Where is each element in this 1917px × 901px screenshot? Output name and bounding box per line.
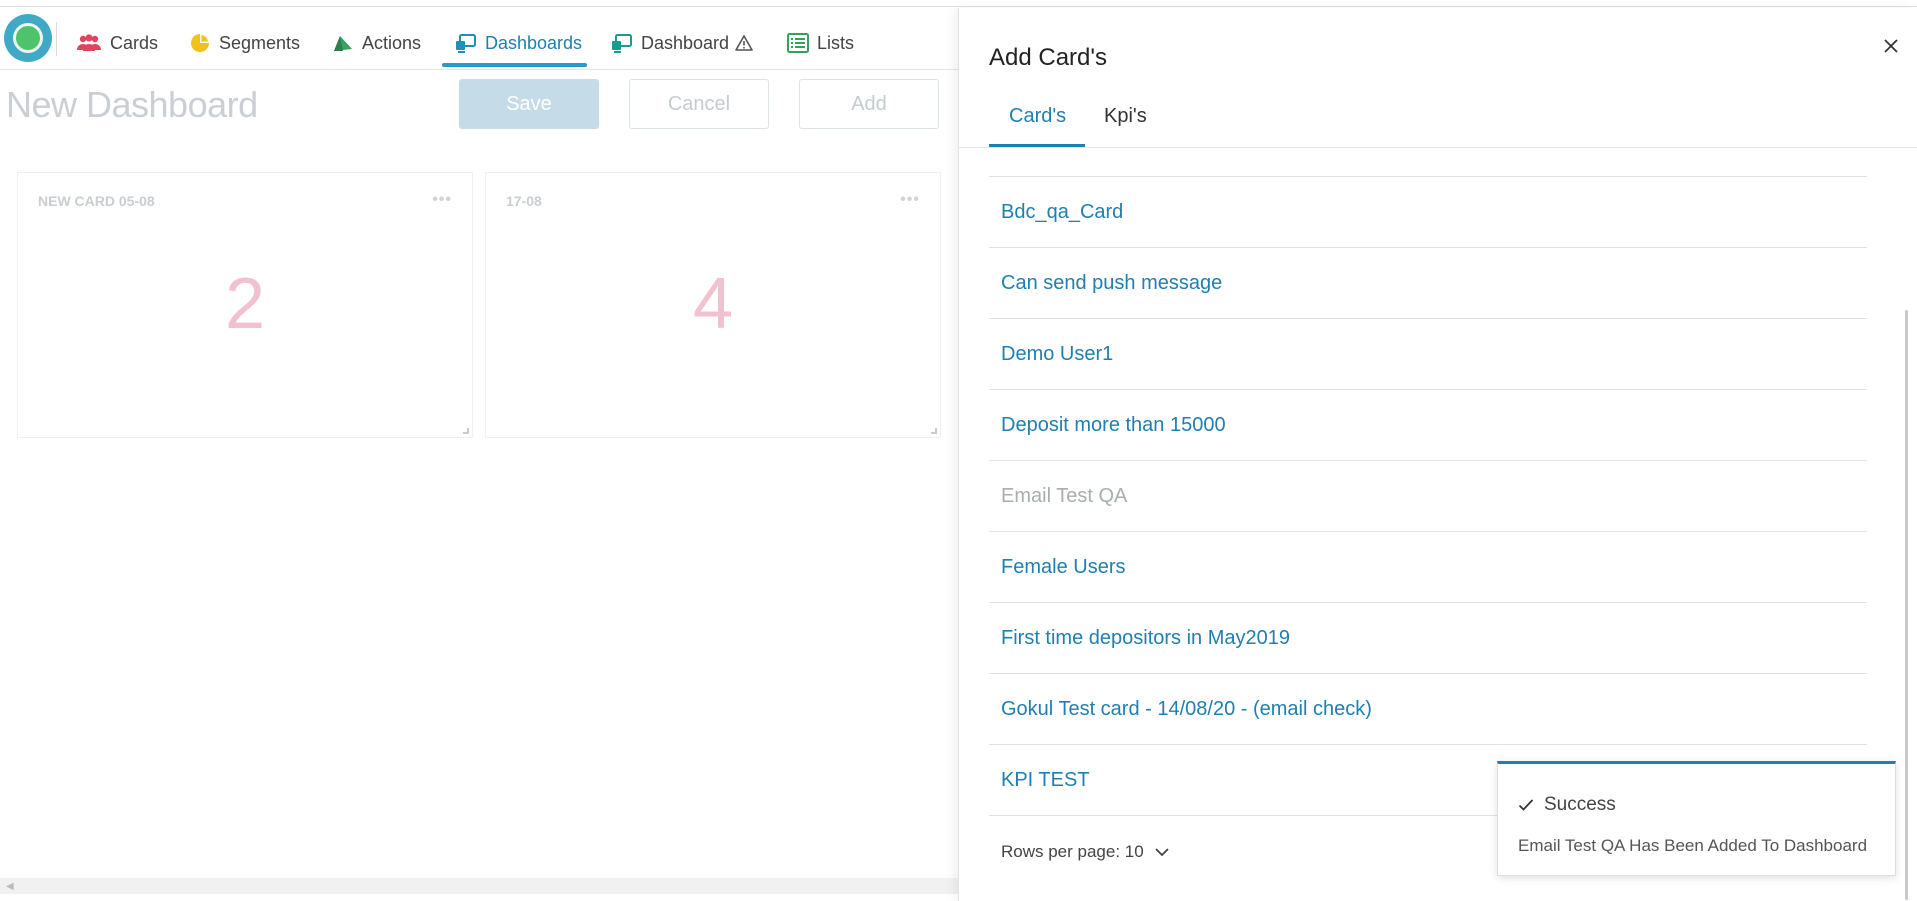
horizontal-scrollbar[interactable]: ◀ (0, 878, 958, 894)
add-button[interactable]: Add (799, 79, 939, 129)
card-value: 4 (692, 264, 734, 344)
nav-item-cards[interactable]: Cards (76, 28, 158, 58)
list-item[interactable]: Demo User1 (989, 319, 1867, 390)
dashboard-card[interactable]: 17-08 ••• 4 (485, 172, 941, 438)
nav-item-dashboard-warning[interactable]: Dashboard (611, 28, 753, 58)
rows-per-page-select[interactable]: Rows per page: 10 (1001, 842, 1170, 862)
list-item: Email Test QA (989, 461, 1867, 532)
scroll-left-icon[interactable]: ◀ (6, 881, 14, 892)
tab-cards[interactable]: Card's (1009, 105, 1066, 128)
resize-handle-icon[interactable] (931, 428, 937, 434)
toast-title: Success (1544, 794, 1616, 815)
dashboard-icon (611, 33, 633, 53)
toast-message: Email Test QA Has Been Added To Dashboar… (1518, 836, 1868, 855)
more-options-icon[interactable]: ••• (432, 191, 452, 209)
dashboard-icon (455, 33, 477, 53)
list-item[interactable]: Gokul Test card - 14/08/20 - (email chec… (989, 674, 1867, 745)
close-icon[interactable] (1879, 34, 1903, 58)
list-item[interactable]: Can send push message (989, 248, 1867, 319)
list-item[interactable]: Deposit more than 15000 (989, 390, 1867, 461)
active-tab-indicator (442, 63, 587, 67)
nav-item-label: Segments (219, 32, 301, 53)
more-options-icon[interactable]: ••• (900, 191, 920, 209)
vertical-scrollbar[interactable] (1905, 310, 1908, 900)
tab-kpis[interactable]: Kpi's (1104, 105, 1147, 128)
nav-item-label: Dashboard (641, 32, 730, 53)
list-icon (787, 33, 809, 53)
check-icon (1518, 798, 1534, 812)
toast-header: Success (1518, 794, 1616, 816)
users-icon (76, 34, 102, 52)
pie-chart-icon (189, 32, 211, 54)
resize-handle-icon[interactable] (463, 428, 469, 434)
card-title: NEW CARD 05-08 (38, 193, 155, 209)
top-border (0, 6, 1917, 7)
top-navbar: Cards Segments Actions Dashboards Dashbo… (0, 8, 958, 70)
card-title: 17-08 (506, 193, 542, 209)
cards-list: Bdc_qa_Card Can send push message Demo U… (989, 176, 1867, 816)
app-logo[interactable] (4, 14, 52, 62)
nav-item-label: Actions (362, 32, 422, 53)
list-item[interactable]: First time depositors in May2019 (989, 603, 1867, 674)
nav-item-label: Lists (817, 32, 855, 53)
nav-item-label: Cards (110, 32, 159, 53)
card-value: 2 (224, 264, 266, 344)
list-item[interactable]: Female Users (989, 532, 1867, 603)
nav-item-actions[interactable]: Actions (332, 28, 421, 58)
nav-item-lists[interactable]: Lists (787, 28, 854, 58)
nav-divider (56, 22, 57, 56)
rows-per-page-label: Rows per page: 10 (1001, 842, 1144, 861)
megaphone-icon (332, 33, 354, 53)
nav-item-dashboards[interactable]: Dashboards (455, 28, 582, 58)
tabs-divider (959, 147, 1917, 148)
cancel-button[interactable]: Cancel (629, 79, 769, 129)
warning-icon (735, 35, 753, 51)
success-toast: Success Email Test QA Has Been Added To … (1497, 761, 1896, 876)
dashboard-card[interactable]: NEW CARD 05-08 ••• 2 (17, 172, 473, 438)
nav-item-label: Dashboards (485, 32, 583, 53)
page-title: New Dashboard (6, 84, 258, 125)
chevron-down-icon (1154, 847, 1170, 857)
list-item[interactable]: Bdc_qa_Card (989, 177, 1867, 248)
save-button[interactable]: Save (459, 79, 599, 129)
nav-item-segments[interactable]: Segments (189, 28, 300, 58)
drawer-title: Add Card's (989, 44, 1107, 71)
